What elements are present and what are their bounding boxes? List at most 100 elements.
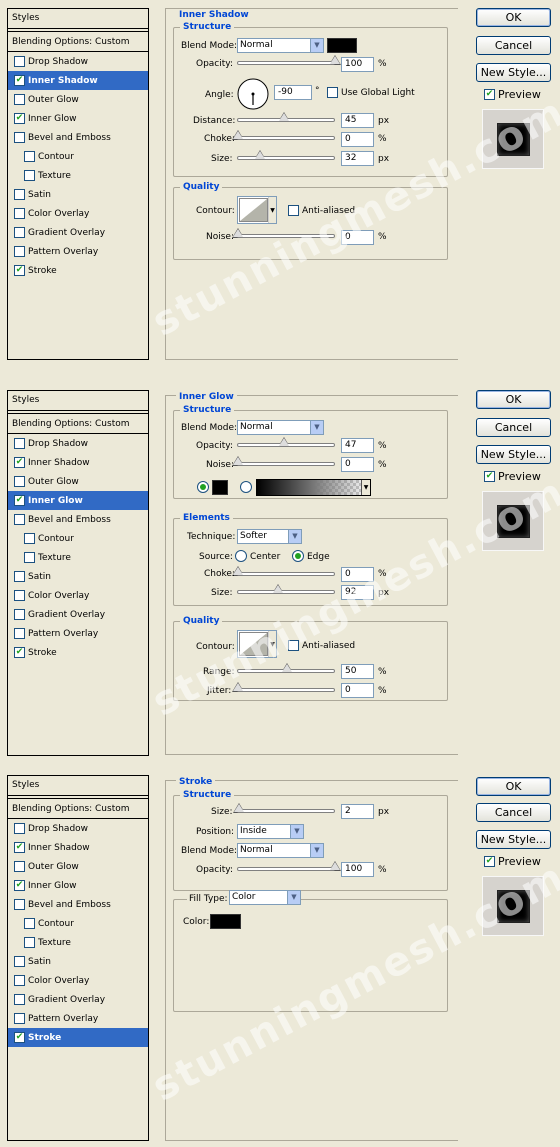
glow-color-swatch[interactable] [212,480,228,495]
new-style-button[interactable]: New Style... [476,63,551,82]
style-checkbox[interactable] [14,571,25,582]
style-item-bevel-and-emboss[interactable]: Bevel and Emboss [8,895,148,914]
noise-slider[interactable] [232,228,335,238]
jitter-slider[interactable] [232,682,335,692]
style-checkbox[interactable] [14,880,25,891]
choke-input[interactable]: 0 [341,132,374,147]
style-item-inner-glow[interactable]: Inner Glow [8,876,148,895]
style-checkbox[interactable] [14,590,25,601]
style-item-satin[interactable]: Satin [8,952,148,971]
style-item-pattern-overlay[interactable]: Pattern Overlay [8,1009,148,1028]
noise-input[interactable]: 0 [341,457,374,472]
style-checkbox[interactable] [14,609,25,620]
position-dropdown[interactable]: Inside ▼ [237,824,304,839]
blend-mode-dropdown[interactable]: Normal ▼ [237,843,324,858]
preview-checkbox[interactable] [484,89,495,100]
style-checkbox[interactable] [14,56,25,67]
style-checkbox[interactable] [14,956,25,967]
opacity-input[interactable]: 47 [341,438,374,453]
blend-mode-dropdown[interactable]: Normal ▼ [237,38,324,53]
style-checkbox[interactable] [24,151,35,162]
style-checkbox[interactable] [14,514,25,525]
preview-row[interactable]: Preview [484,470,541,483]
gradient-radio[interactable] [240,481,252,493]
opacity-slider[interactable] [237,861,341,871]
style-item-gradient-overlay[interactable]: Gradient Overlay [8,605,148,624]
choke-slider[interactable] [232,566,335,576]
style-item-drop-shadow[interactable]: Drop Shadow [8,819,148,838]
style-checkbox[interactable] [14,975,25,986]
style-checkbox[interactable] [14,208,25,219]
style-item-stroke[interactable]: Stroke [8,261,148,280]
style-item-inner-glow[interactable]: Inner Glow [8,491,148,510]
style-item-stroke[interactable]: Stroke [8,643,148,662]
style-checkbox[interactable] [14,1032,25,1043]
opacity-slider[interactable] [237,437,335,447]
style-item-contour[interactable]: Contour [8,529,148,548]
contour-picker[interactable]: ▼ [237,630,277,658]
opacity-input[interactable]: 100 [341,862,374,877]
glow-gradient-picker[interactable]: ▼ [256,479,371,496]
global-light-checkbox[interactable] [327,87,338,98]
style-item-inner-shadow[interactable]: Inner Shadow [8,453,148,472]
style-item-gradient-overlay[interactable]: Gradient Overlay [8,990,148,1009]
opacity-slider[interactable] [237,55,341,65]
cancel-button[interactable]: Cancel [476,36,551,55]
style-checkbox[interactable] [14,265,25,276]
size-slider[interactable] [233,803,335,813]
style-checkbox[interactable] [24,918,35,929]
preview-checkbox[interactable] [484,856,495,867]
choke-slider[interactable] [232,130,335,140]
global-light-row[interactable]: Use Global Light [327,87,415,98]
noise-input[interactable]: 0 [341,230,374,245]
style-checkbox[interactable] [14,1013,25,1024]
style-item-stroke[interactable]: Stroke [8,1028,148,1047]
style-item-satin[interactable]: Satin [8,567,148,586]
style-item-inner-shadow[interactable]: Inner Shadow [8,71,148,90]
technique-dropdown[interactable]: Softer ▼ [237,529,302,544]
size-input[interactable]: 32 [341,151,374,166]
anti-aliased-row[interactable]: Anti-aliased [288,640,355,651]
style-item-contour[interactable]: Contour [8,147,148,166]
range-input[interactable]: 50 [341,664,374,679]
style-checkbox[interactable] [24,170,35,181]
style-item-inner-shadow[interactable]: Inner Shadow [8,838,148,857]
distance-input[interactable]: 45 [341,113,374,128]
style-item-texture[interactable]: Texture [8,166,148,185]
style-item-contour[interactable]: Contour [8,914,148,933]
style-checkbox[interactable] [24,552,35,563]
ok-button[interactable]: OK [476,390,551,409]
blending-options-item[interactable]: Blending Options: Custom [8,413,148,434]
style-checkbox[interactable] [14,647,25,658]
style-checkbox[interactable] [14,899,25,910]
style-checkbox[interactable] [24,533,35,544]
slider-thumb[interactable] [254,150,266,160]
angle-input[interactable]: -90 [274,85,312,100]
slider-thumb[interactable] [278,437,290,447]
style-checkbox[interactable] [14,842,25,853]
slider-thumb[interactable] [233,803,245,813]
choke-input[interactable]: 0 [341,567,374,582]
style-checkbox[interactable] [14,113,25,124]
style-checkbox[interactable] [14,476,25,487]
ok-button[interactable]: OK [476,8,551,27]
style-checkbox[interactable] [14,132,25,143]
distance-slider[interactable] [237,112,335,122]
style-item-texture[interactable]: Texture [8,548,148,567]
style-item-pattern-overlay[interactable]: Pattern Overlay [8,242,148,261]
slider-thumb[interactable] [232,130,244,140]
jitter-input[interactable]: 0 [341,683,374,698]
style-checkbox[interactable] [24,937,35,948]
shadow-color-swatch[interactable] [327,38,357,53]
style-checkbox[interactable] [14,861,25,872]
new-style-button[interactable]: New Style... [476,445,551,464]
cancel-button[interactable]: Cancel [476,803,551,822]
style-checkbox[interactable] [14,227,25,238]
style-item-texture[interactable]: Texture [8,933,148,952]
style-item-color-overlay[interactable]: Color Overlay [8,204,148,223]
cancel-button[interactable]: Cancel [476,418,551,437]
style-item-outer-glow[interactable]: Outer Glow [8,90,148,109]
style-item-inner-glow[interactable]: Inner Glow [8,109,148,128]
slider-thumb[interactable] [281,663,293,673]
fill-type-dropdown[interactable]: Color ▼ [229,890,301,905]
